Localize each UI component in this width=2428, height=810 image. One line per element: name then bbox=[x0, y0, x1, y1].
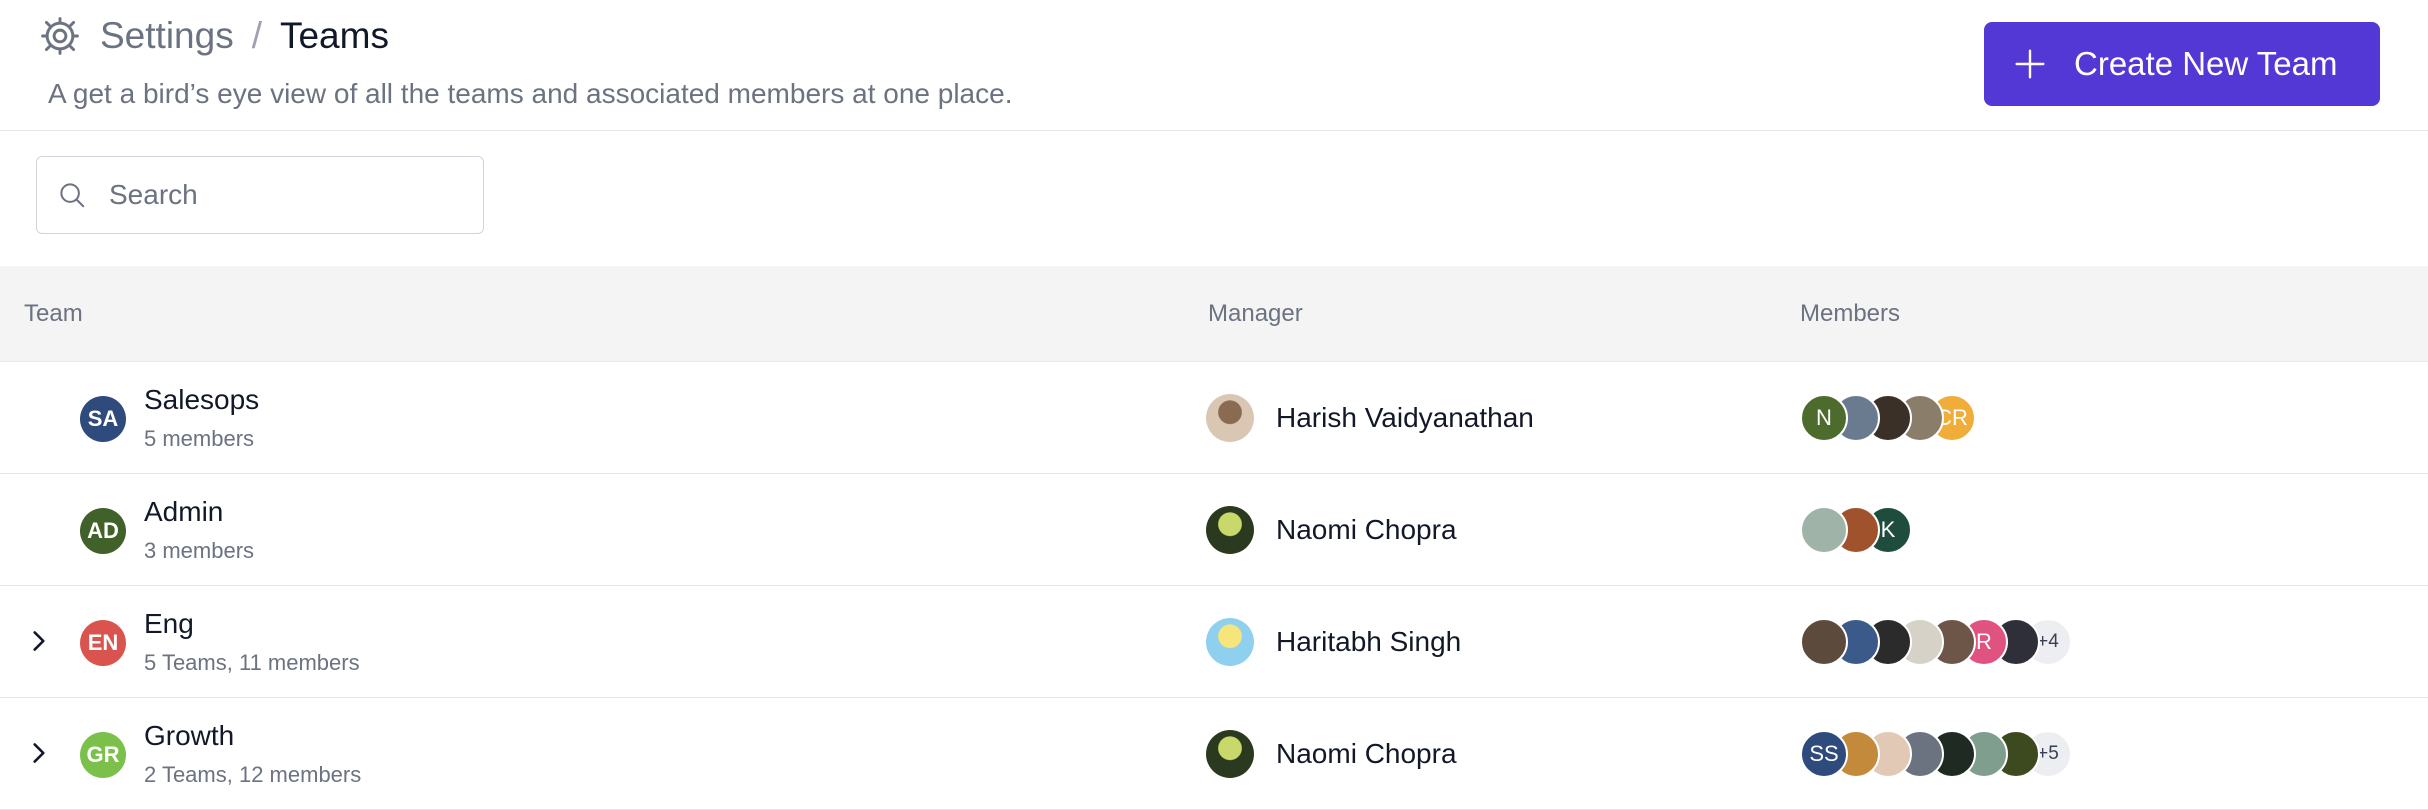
table-row[interactable]: SA Salesops 5 members Harish Vaidyanathan N C… bbox=[0, 362, 2428, 474]
table-header: Team Manager Members bbox=[0, 266, 2428, 362]
chevron-right-icon[interactable] bbox=[26, 626, 52, 656]
member-avatar: SS bbox=[1800, 730, 1848, 778]
member-avatar-stack[interactable]: R +4 bbox=[1800, 618, 2072, 666]
team-member-count: 3 members bbox=[144, 538, 255, 563]
team-name[interactable]: Admin bbox=[144, 496, 223, 528]
member-avatar-stack[interactable]: K bbox=[1800, 506, 1912, 554]
manager-avatar bbox=[1206, 730, 1254, 778]
create-new-team-button[interactable]: Create New Team bbox=[1984, 22, 2380, 106]
team-avatar: GR bbox=[80, 732, 126, 778]
page-header: Settings / Teams A get a bird’s eye view… bbox=[0, 0, 2428, 131]
manager-name[interactable]: Harish Vaidyanathan bbox=[1276, 402, 1534, 434]
column-header-manager[interactable]: Manager bbox=[1208, 300, 1303, 328]
team-name[interactable]: Eng bbox=[144, 608, 194, 640]
breadcrumb-separator: / bbox=[251, 15, 262, 56]
member-avatar bbox=[1800, 506, 1848, 554]
manager-avatar bbox=[1206, 394, 1254, 442]
search-box[interactable] bbox=[36, 156, 484, 234]
team-member-count: 5 members bbox=[144, 426, 255, 451]
team-avatar: SA bbox=[80, 396, 126, 442]
manager-avatar bbox=[1206, 618, 1254, 666]
plus-icon bbox=[2014, 48, 2046, 80]
team-name[interactable]: Growth bbox=[144, 720, 234, 752]
member-avatar-stack[interactable]: SS +5 bbox=[1800, 730, 2072, 778]
team-member-count: 2 Teams, 12 members bbox=[144, 762, 362, 787]
page-title: Teams bbox=[279, 15, 389, 56]
member-avatar-stack[interactable]: N CR bbox=[1800, 394, 1976, 442]
table-row[interactable]: EN Eng 5 Teams, 11 members Haritabh Singh R +… bbox=[0, 586, 2428, 698]
chevron-right-icon[interactable] bbox=[26, 738, 52, 768]
breadcrumb: Settings / Teams bbox=[38, 12, 389, 60]
team-name[interactable]: Salesops bbox=[144, 384, 259, 416]
team-member-count: 5 Teams, 11 members bbox=[144, 650, 360, 675]
table-row[interactable]: GR Growth 2 Teams, 12 members Naomi Chopra S… bbox=[0, 698, 2428, 810]
member-avatar: N bbox=[1800, 394, 1848, 442]
gear-icon bbox=[38, 14, 82, 58]
manager-name[interactable]: Haritabh Singh bbox=[1276, 626, 1461, 658]
table-row[interactable]: AD Admin 3 members Naomi Chopra K bbox=[0, 474, 2428, 586]
search-icon bbox=[57, 180, 87, 210]
team-avatar: EN bbox=[80, 620, 126, 666]
manager-avatar bbox=[1206, 506, 1254, 554]
manager-name[interactable]: Naomi Chopra bbox=[1276, 514, 1457, 546]
column-header-team[interactable]: Team bbox=[24, 300, 83, 328]
create-new-team-label: Create New Team bbox=[2074, 45, 2338, 82]
member-avatar bbox=[1800, 618, 1848, 666]
search-input[interactable] bbox=[107, 178, 477, 212]
manager-name[interactable]: Naomi Chopra bbox=[1276, 738, 1457, 770]
column-header-members[interactable]: Members bbox=[1800, 300, 1900, 328]
team-avatar: AD bbox=[80, 508, 126, 554]
breadcrumb-settings[interactable]: Settings bbox=[100, 15, 234, 57]
page-subtitle: A get a bird’s eye view of all the teams… bbox=[48, 78, 1013, 109]
